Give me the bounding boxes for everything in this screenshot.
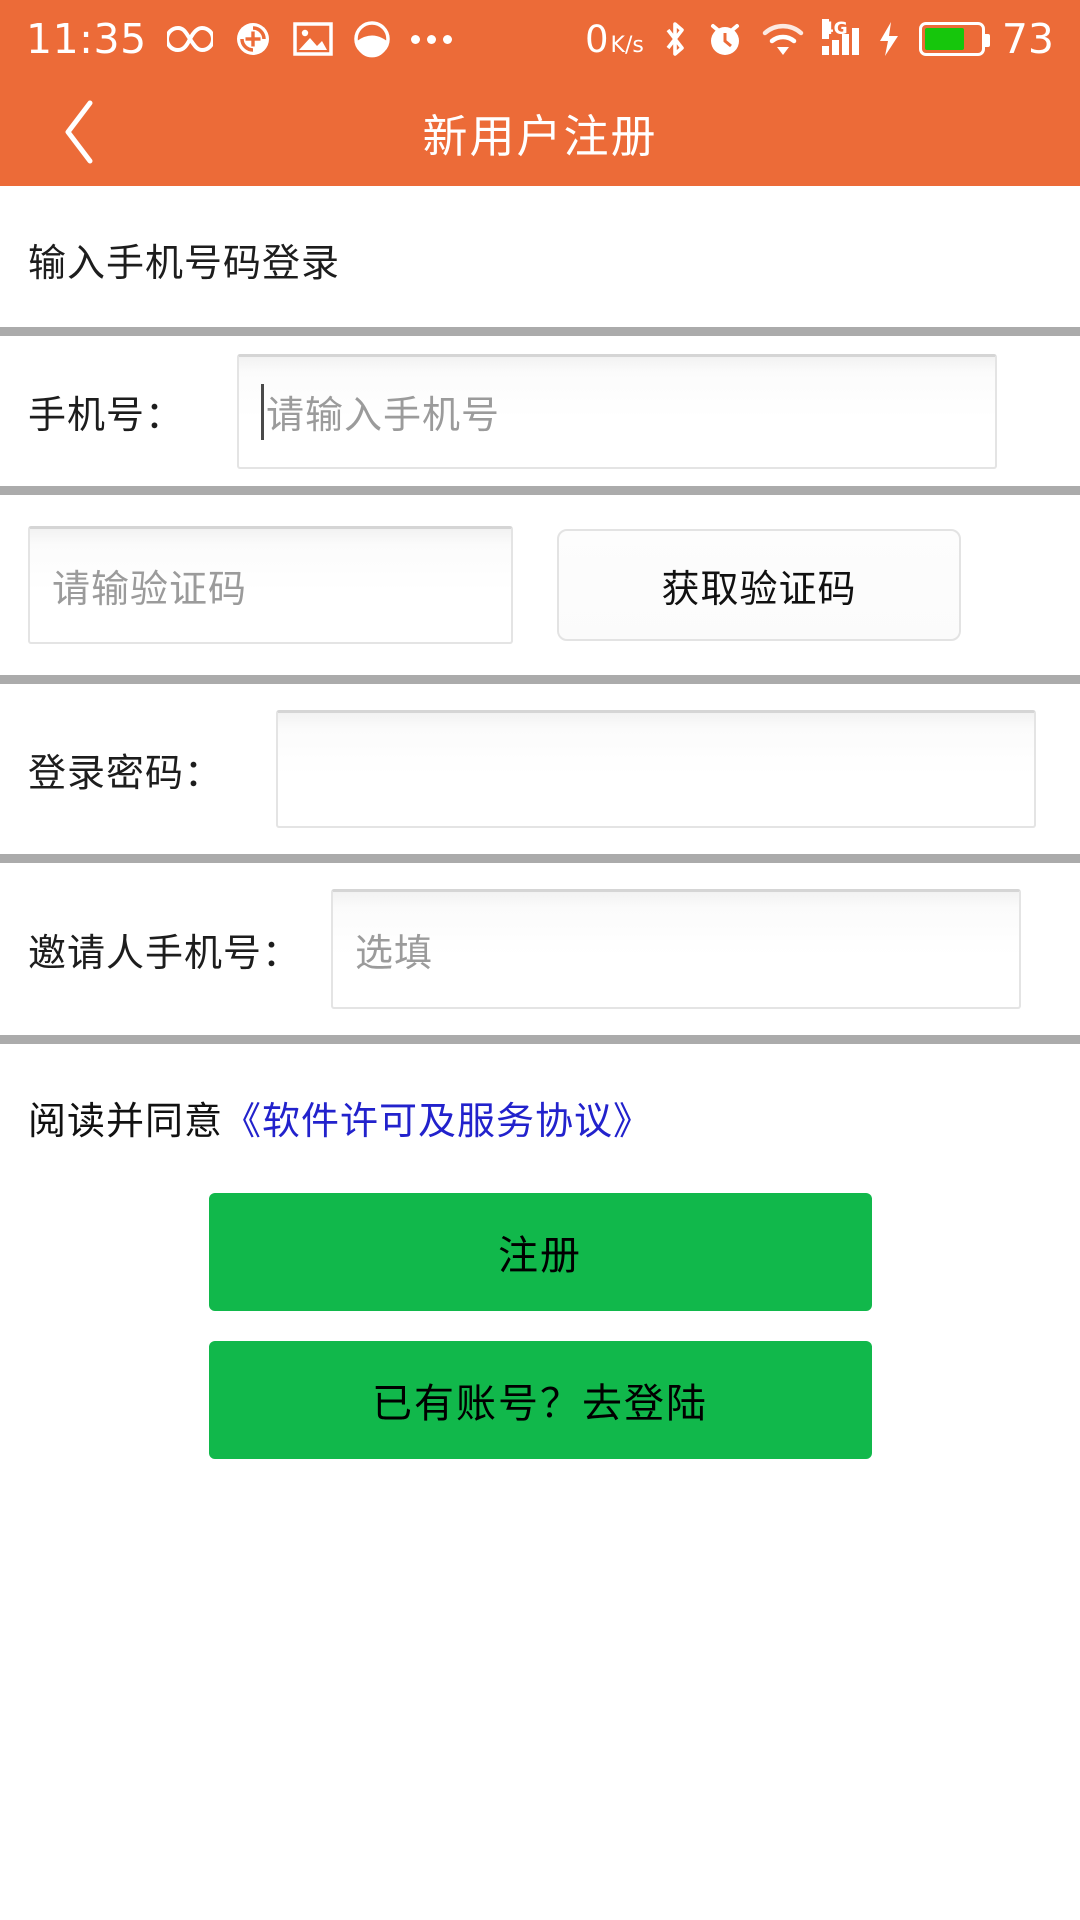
divider bbox=[0, 1035, 1080, 1044]
agreement-link[interactable]: 《软件许可及服务协议》 bbox=[223, 1090, 652, 1145]
status-time: 11:35 bbox=[26, 14, 147, 63]
sync-plus-icon bbox=[233, 19, 273, 59]
password-row: 登录密码： bbox=[0, 684, 1080, 854]
text-caret bbox=[261, 383, 265, 440]
page-title: 新用户注册 bbox=[422, 109, 658, 163]
captcha-row: 请输验证码 获取验证码 bbox=[0, 495, 1080, 675]
inviter-input[interactable]: 选填 bbox=[331, 889, 1022, 1009]
inviter-label: 邀请人手机号： bbox=[28, 930, 302, 975]
battery-icon bbox=[918, 22, 990, 56]
back-button[interactable] bbox=[48, 100, 112, 164]
phone-label: 手机号： bbox=[28, 392, 185, 437]
get-captcha-button[interactable]: 获取验证码 bbox=[557, 529, 961, 641]
status-bar-left: 11:35 bbox=[26, 14, 452, 63]
password-label: 登录密码： bbox=[28, 750, 224, 795]
register-button[interactable]: 注册 bbox=[208, 1193, 872, 1311]
form-section-title: 输入手机号码登录 bbox=[28, 241, 341, 285]
charging-bolt-icon bbox=[876, 20, 902, 58]
inviter-input-placeholder: 选填 bbox=[355, 931, 434, 975]
phone-input[interactable]: 请输入手机号 bbox=[237, 353, 998, 469]
network-type-label: 4G bbox=[821, 19, 848, 39]
password-input[interactable] bbox=[276, 710, 1037, 828]
agreement-prefix: 阅读并同意 bbox=[28, 1099, 224, 1143]
more-dots-icon bbox=[410, 34, 452, 44]
go-login-button[interactable]: 已有账号？去登陆 bbox=[208, 1341, 872, 1459]
status-bar: 11:35 0 K/s 4G 73 bbox=[0, 0, 1080, 78]
captcha-input[interactable]: 请输验证码 bbox=[28, 526, 513, 644]
image-icon bbox=[292, 21, 333, 57]
divider bbox=[0, 854, 1080, 863]
half-circle-icon bbox=[353, 20, 391, 58]
action-buttons: 注册 已有账号？去登陆 bbox=[0, 1145, 1080, 1459]
network-speed-unit: K/s bbox=[610, 32, 644, 58]
divider bbox=[0, 327, 1080, 336]
infinity-icon bbox=[166, 24, 213, 54]
battery-level-label: 73 bbox=[1001, 14, 1054, 63]
alarm-clock-icon bbox=[706, 19, 744, 59]
captcha-input-placeholder: 请输验证码 bbox=[52, 567, 248, 611]
network-speed-indicator: 0 K/s bbox=[585, 21, 644, 58]
phone-row: 手机号： 请输入手机号 bbox=[0, 336, 1080, 486]
divider bbox=[0, 486, 1080, 495]
chevron-left-icon bbox=[65, 100, 93, 164]
agreement-text: 阅读并同意 《软件许可及服务协议》 bbox=[0, 1044, 1080, 1145]
divider bbox=[0, 675, 1080, 684]
status-bar-right: 0 K/s 4G 73 bbox=[585, 14, 1054, 63]
app-header: 新用户注册 bbox=[0, 78, 1080, 186]
network-speed-value: 0 bbox=[584, 17, 609, 61]
inviter-row: 邀请人手机号： 选填 bbox=[0, 863, 1080, 1035]
signal-bars-icon: 4G bbox=[821, 19, 859, 55]
bluetooth-icon bbox=[661, 19, 689, 59]
phone-input-placeholder: 请输入手机号 bbox=[266, 393, 501, 437]
wifi-icon bbox=[761, 21, 805, 57]
